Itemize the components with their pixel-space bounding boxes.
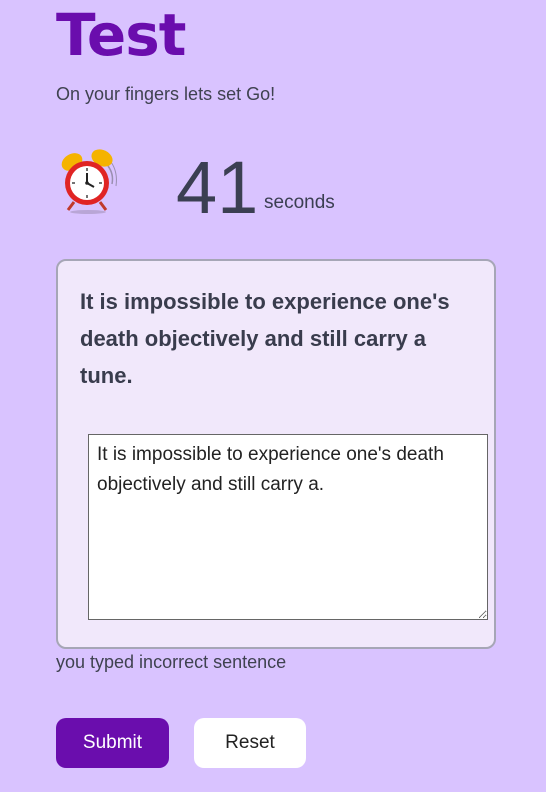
result-message: you typed incorrect sentence: [56, 652, 287, 672]
alarm-clock-icon: [56, 148, 122, 214]
timer: 41 seconds: [56, 140, 496, 230]
submit-button[interactable]: Submit: [56, 718, 169, 768]
typing-input[interactable]: It is impossible to experience one's dea…: [88, 434, 488, 620]
target-sentence: It is impossible to experience one's dea…: [80, 289, 450, 388]
reset-button[interactable]: Reset: [194, 718, 306, 768]
page-title: Test: [56, 1, 186, 69]
timer-unit-label: seconds: [264, 192, 335, 213]
timer-value: 41: [176, 146, 259, 229]
page-subtitle: On your fingers lets set Go!: [56, 84, 276, 104]
test-card: It is impossible to experience one's dea…: [56, 259, 496, 649]
